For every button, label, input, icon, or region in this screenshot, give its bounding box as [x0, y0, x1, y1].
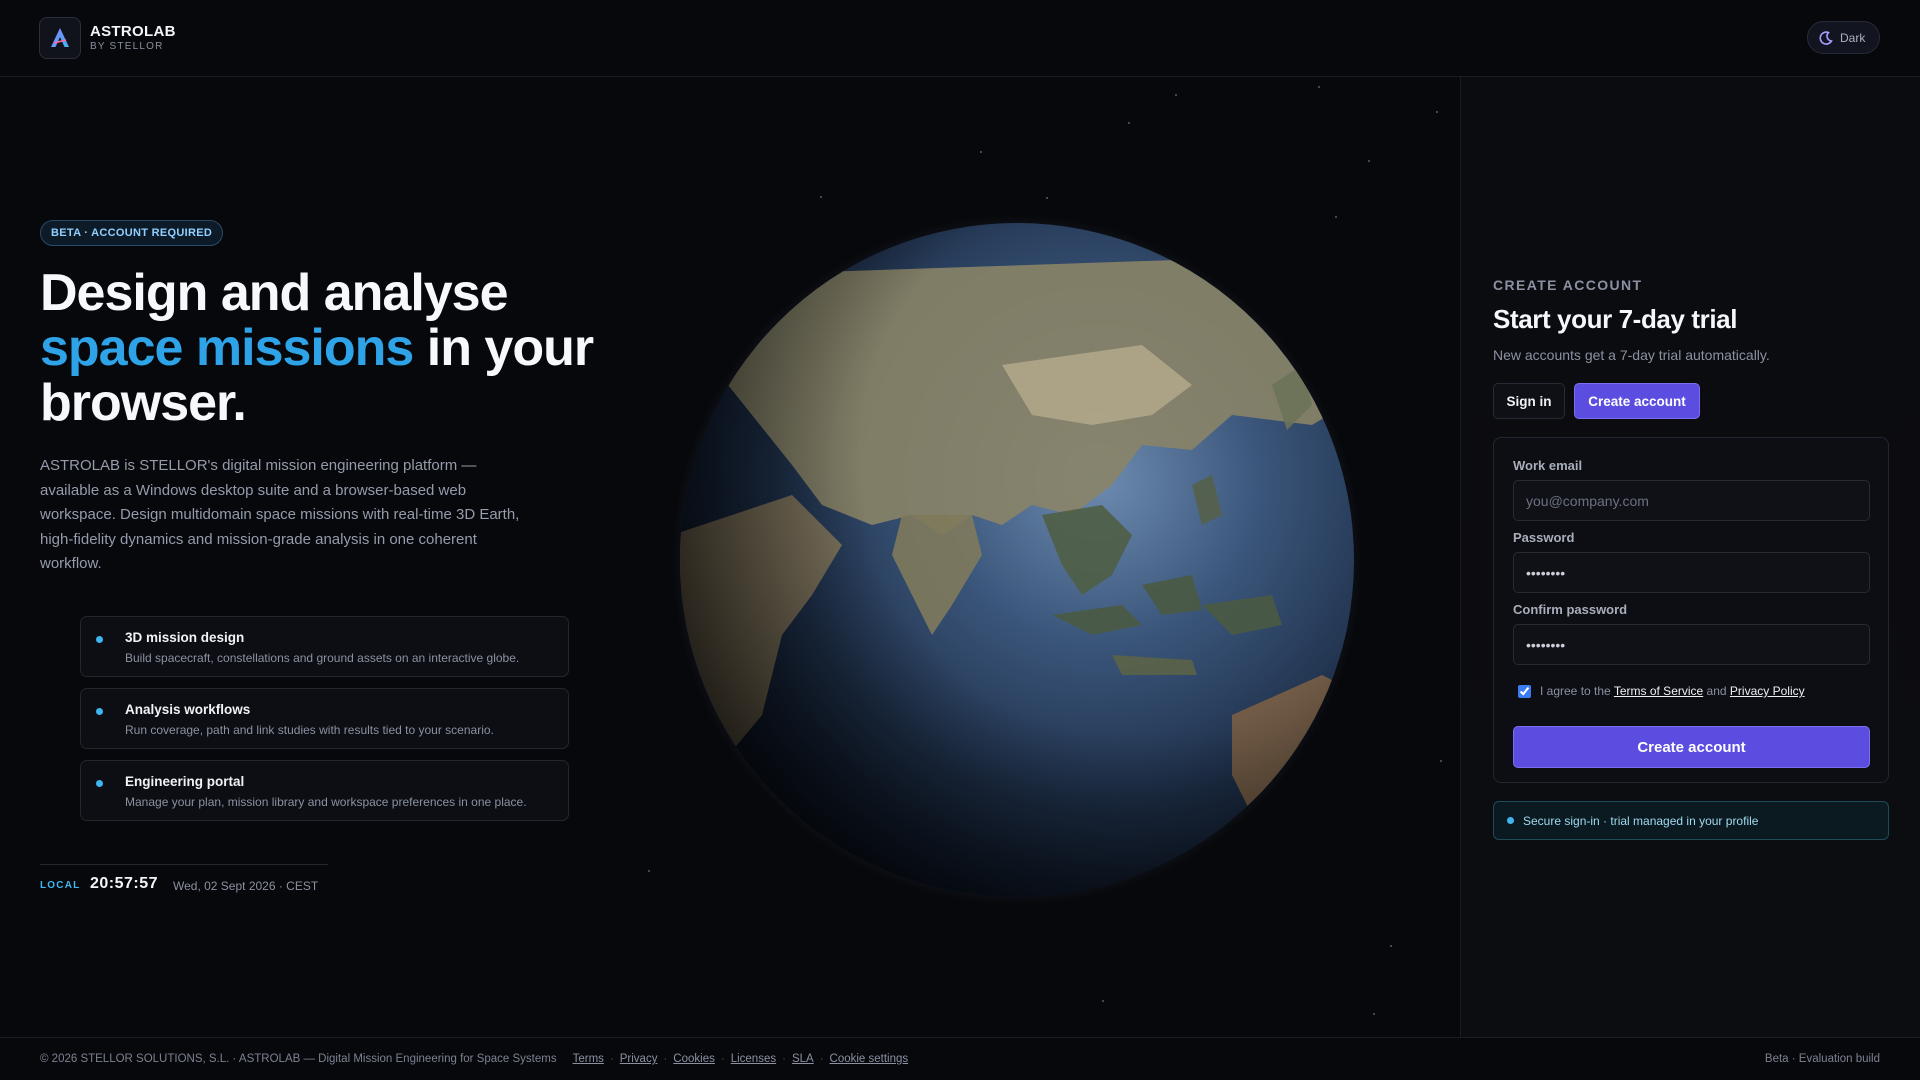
moon-icon — [1819, 30, 1833, 45]
footer-separator: · — [609, 1053, 614, 1065]
auth-eyebrow: CREATE ACCOUNT — [1493, 277, 1643, 293]
feature-card-analysis-workflows: Analysis workflows Run coverage, path an… — [80, 688, 569, 749]
terms-agreement: I agree to the Terms of Service and Priv… — [1513, 684, 1805, 698]
agree-prefix: I agree to the — [1540, 684, 1611, 698]
feature-title: 3D mission design — [125, 630, 245, 645]
footer-separator: · — [720, 1053, 725, 1065]
feature-title: Analysis workflows — [125, 702, 251, 717]
headline-accent: space missions — [40, 319, 414, 377]
status-dot-icon — [1507, 817, 1514, 824]
footer-link-terms[interactable]: Terms — [573, 1053, 604, 1065]
footer-build-info: Beta · Evaluation build — [1764, 1053, 1880, 1065]
top-bar: ASTROLAB BY STELLOR Dark — [0, 0, 1920, 77]
confirm-password-label: Confirm password — [1513, 602, 1628, 617]
terms-of-service-link[interactable]: Terms of Service — [1614, 684, 1703, 698]
footer-link-sla[interactable]: SLA — [792, 1053, 814, 1065]
auth-panel: CREATE ACCOUNT Start your 7-day trial Ne… — [1460, 77, 1920, 1037]
feature-card-engineering-portal: Engineering portal Manage your plan, mis… — [80, 760, 569, 821]
auth-title: Start your 7-day trial — [1493, 304, 1738, 334]
clock-label: LOCAL — [40, 880, 81, 891]
privacy-policy-link[interactable]: Privacy Policy — [1730, 684, 1805, 698]
footer-link-privacy[interactable]: Privacy — [620, 1053, 658, 1065]
brand-tagline: BY STELLOR — [90, 41, 164, 52]
tab-sign-in[interactable]: Sign in — [1493, 383, 1565, 419]
brand-name: ASTROLAB — [90, 23, 176, 40]
tab-create-account[interactable]: Create account — [1574, 383, 1700, 419]
hero-intro: ASTROLAB is STELLOR's digital mission en… — [40, 457, 520, 572]
headline-line-3: browser. — [40, 374, 247, 432]
theme-toggle-label: Dark — [1840, 30, 1866, 45]
agree-and: and — [1706, 684, 1727, 698]
feature-bullet-icon — [96, 708, 103, 715]
auth-subtitle: New accounts get a 7-day trial automatic… — [1493, 347, 1770, 363]
password-label: Password — [1513, 530, 1575, 545]
earth-globe-image — [672, 215, 1362, 905]
footer-separator: · — [819, 1053, 824, 1065]
brand-logo[interactable] — [39, 17, 81, 59]
feature-description: Build spacecraft, constellations and gro… — [125, 651, 520, 665]
confirm-password-field[interactable] — [1513, 624, 1870, 665]
secure-note-text: Secure sign-in · trial managed in your p… — [1523, 813, 1759, 828]
clock-divider — [40, 864, 328, 865]
beta-badge: BETA · ACCOUNT REQUIRED — [40, 220, 224, 246]
secure-sign-in-note: Secure sign-in · trial managed in your p… — [1493, 801, 1889, 840]
hero-headline: Design and analyse space missions in you… — [40, 266, 600, 431]
footer-separator: · — [663, 1053, 668, 1065]
theme-toggle-button[interactable]: Dark — [1807, 21, 1880, 54]
footer-links: Terms · Privacy · Cookies · Licenses · S… — [573, 1053, 909, 1065]
footer-link-cookie-settings[interactable]: Cookie settings — [830, 1053, 909, 1065]
footer-copyright: © 2026 STELLOR SOLUTIONS, S.L. · ASTROLA… — [40, 1053, 557, 1065]
feature-title: Engineering portal — [125, 774, 245, 789]
feature-bullet-icon — [96, 780, 103, 787]
email-label: Work email — [1513, 458, 1583, 473]
feature-description: Manage your plan, mission library and wo… — [125, 795, 527, 809]
feature-card-3d-mission-design: 3D mission design Build spacecraft, cons… — [80, 616, 569, 677]
clock-date: Wed, 02 Sept 2026 · CEST — [173, 879, 319, 893]
feature-description: Run coverage, path and link studies with… — [125, 723, 494, 737]
create-account-button[interactable]: Create account — [1513, 726, 1870, 768]
footer: © 2026 STELLOR SOLUTIONS, S.L. · ASTROLA… — [0, 1037, 1920, 1080]
footer-link-licenses[interactable]: Licenses — [731, 1053, 776, 1065]
email-field[interactable] — [1513, 480, 1870, 521]
footer-link-cookies[interactable]: Cookies — [673, 1053, 715, 1065]
earth-globe[interactable] — [672, 215, 1362, 905]
headline-line-2-rest: in your — [413, 319, 594, 377]
feature-bullet-icon — [96, 636, 103, 643]
footer-separator: · — [782, 1053, 786, 1065]
terms-checkbox[interactable] — [1518, 684, 1531, 698]
password-field[interactable] — [1513, 552, 1870, 593]
create-account-form: Work email Password Confirm password I a… — [1493, 437, 1889, 783]
astrolab-logo-icon — [51, 28, 69, 47]
clock-time: 20:57:57 — [90, 875, 159, 892]
headline-line-1: Design and analyse — [40, 264, 509, 322]
